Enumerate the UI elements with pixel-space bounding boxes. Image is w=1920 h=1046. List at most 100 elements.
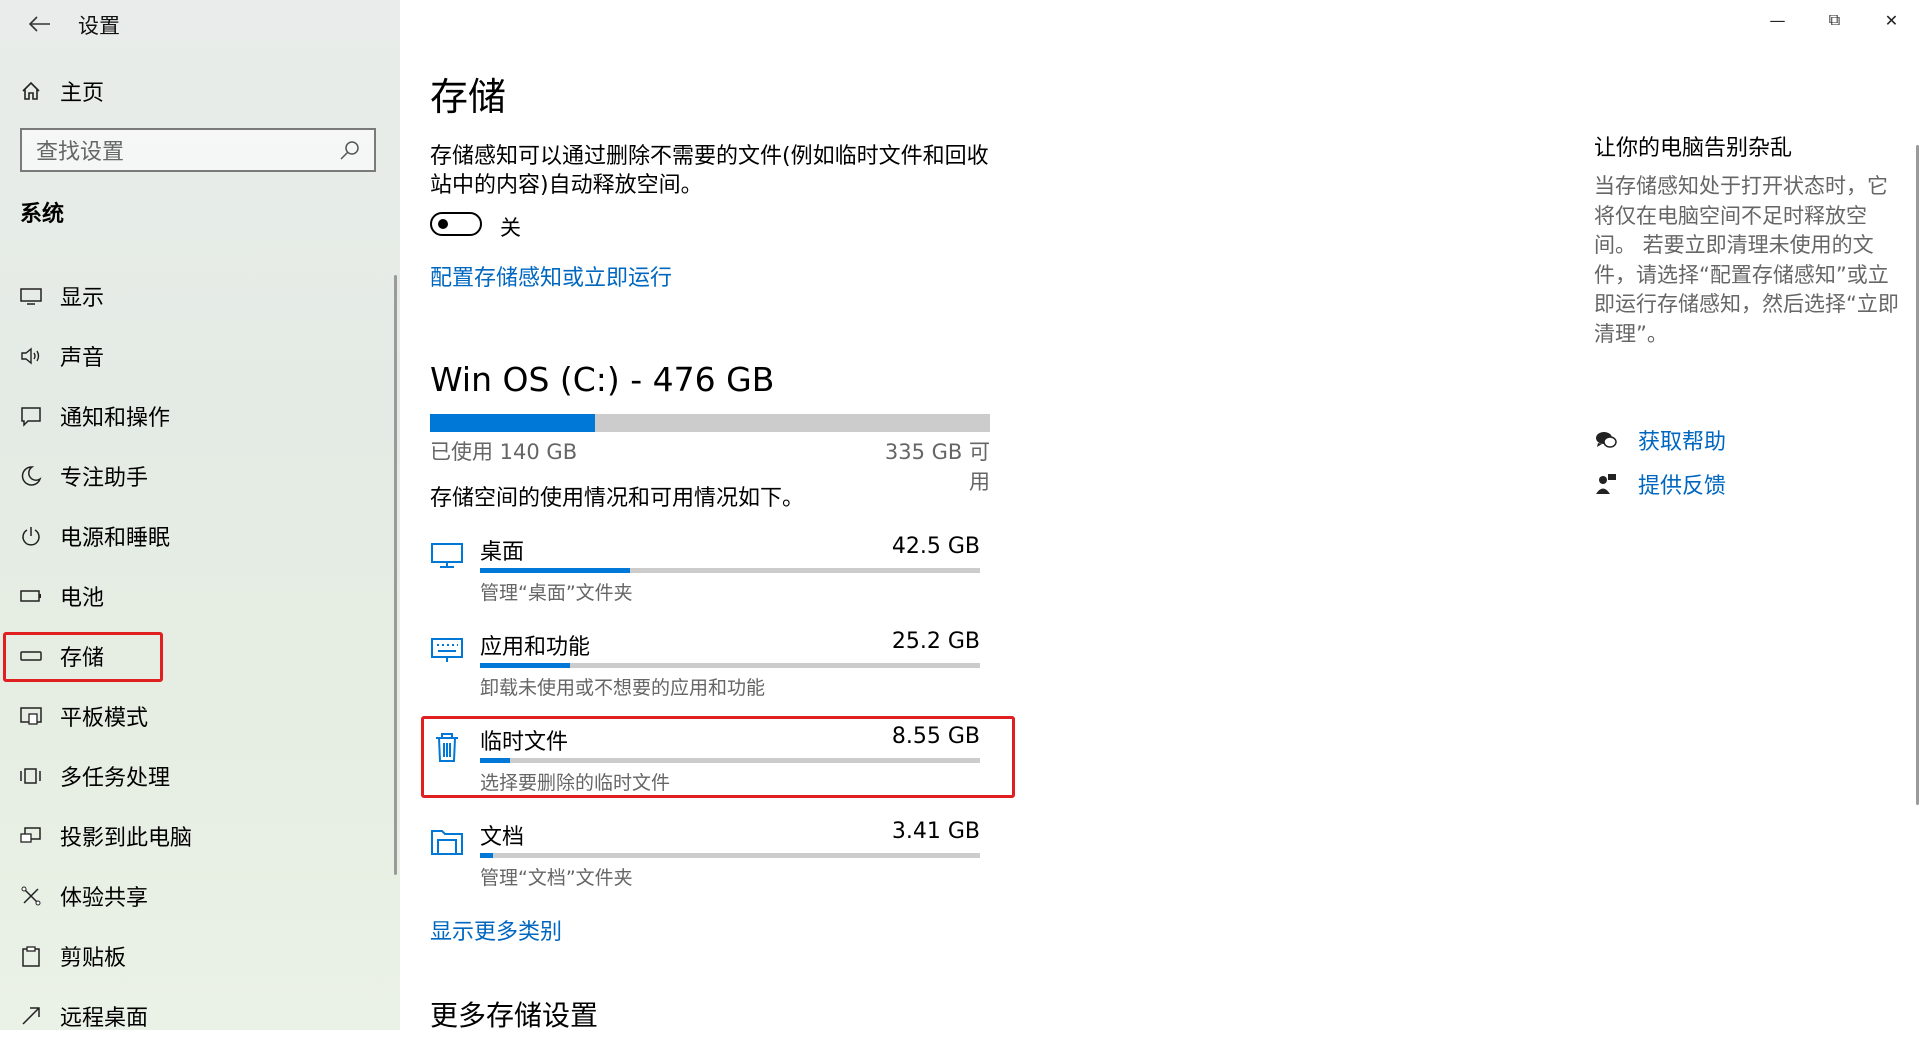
configure-storage-sense-link[interactable]: 配置存储感知或立即运行 xyxy=(430,260,672,292)
sound-icon xyxy=(20,345,42,367)
focus-moon-icon xyxy=(20,465,42,487)
category-name: 应用和功能 xyxy=(480,635,591,660)
category-sub: 卸载未使用或不想要的应用和功能 xyxy=(480,677,766,699)
sidebar-item-label: 显示 xyxy=(60,286,105,311)
sidebar-item-project[interactable]: 投影到此电脑 xyxy=(0,806,400,866)
right-panel-title: 让你的电脑告别杂乱 xyxy=(1594,136,1793,161)
project-icon xyxy=(20,825,42,847)
sidebar-item-power[interactable]: 电源和睡眠 xyxy=(0,506,400,566)
sidebar-item-label: 远程桌面 xyxy=(60,1006,149,1031)
category-apps[interactable]: 应用和功能 25.2 GB 卸载未使用或不想要的应用和功能 xyxy=(430,629,990,709)
search-placeholder: 查找设置 xyxy=(36,140,125,165)
restore-icon[interactable]: ⧉ xyxy=(1806,0,1863,40)
search-input[interactable]: 查找设置 xyxy=(20,128,376,172)
right-panel: 让你的电脑告别杂乱 当存储感知处于打开状态时，它将仅在电脑空间不足时释放空间。 … xyxy=(1594,130,1904,349)
category-bar xyxy=(480,853,980,858)
sidebar-item-label: 平板模式 xyxy=(60,706,149,731)
category-bar-fill xyxy=(480,663,570,668)
sidebar-item-multitask[interactable]: 多任务处理 xyxy=(0,746,400,806)
category-bar-fill xyxy=(480,853,493,858)
documents-folder-icon xyxy=(430,825,464,859)
category-documents[interactable]: 文档 3.41 GB 管理“文档”文件夹 xyxy=(430,819,990,899)
give-feedback-label: 提供反馈 xyxy=(1638,474,1727,499)
drive-usage-fill xyxy=(430,414,595,432)
back-arrow-icon[interactable] xyxy=(20,6,60,42)
sidebar-item-tablet[interactable]: 平板模式 xyxy=(0,686,400,746)
category-size: 25.2 GB xyxy=(891,629,980,654)
sidebar-item-storage[interactable]: 存储 xyxy=(0,626,400,686)
tablet-icon xyxy=(20,705,42,727)
sidebar-item-sound[interactable]: 声音 xyxy=(0,326,400,386)
drive-free-label: 335 GB 可用 xyxy=(884,440,990,494)
category-bar-fill xyxy=(480,568,630,573)
remote-desktop-icon xyxy=(20,1005,42,1027)
sidebar-item-clipboard[interactable]: 剪贴板 xyxy=(0,926,400,986)
sidebar-item-label: 声音 xyxy=(60,346,105,371)
sidebar-item-label: 专注助手 xyxy=(60,466,149,491)
window-controls: — ⧉ ✕ xyxy=(1749,0,1920,40)
get-help-link[interactable]: 获取帮助 xyxy=(1594,418,1726,462)
sidebar-nav: 显示 声音 通知和操作 专注助手 电源和睡眠 电池 存储 平板模式 多任务处理 … xyxy=(0,266,400,1046)
category-name: 桌面 xyxy=(480,540,525,565)
feedback-person-icon xyxy=(1594,472,1618,496)
home-icon xyxy=(20,80,42,102)
sidebar-item-label: 多任务处理 xyxy=(60,766,171,791)
storage-sense-toggle[interactable] xyxy=(430,212,482,236)
sidebar: 设置 主页 查找设置 系统 显示 声音 通知和操作 专注助手 电源和睡眠 电池 … xyxy=(0,0,400,1031)
help-links: 获取帮助 提供反馈 xyxy=(1594,418,1726,506)
desktop-icon xyxy=(430,540,464,574)
storage-sense-description: 存储感知可以通过删除不需要的文件(例如临时文件和回收站中的内容)自动释放空间。 xyxy=(430,144,989,198)
sidebar-item-label: 电源和睡眠 xyxy=(60,526,171,551)
get-help-label: 获取帮助 xyxy=(1638,430,1727,455)
search-icon[interactable] xyxy=(338,138,362,162)
category-sub: 管理“文档”文件夹 xyxy=(480,867,633,889)
sidebar-item-label: 体验共享 xyxy=(60,886,149,911)
category-size: 3.41 GB xyxy=(891,819,980,844)
category-bar xyxy=(480,663,980,668)
category-size: 42.5 GB xyxy=(891,534,980,559)
clipboard-icon xyxy=(20,945,42,967)
battery-icon xyxy=(20,585,42,607)
category-desktop[interactable]: 桌面 42.5 GB 管理“桌面”文件夹 xyxy=(430,534,990,614)
sidebar-item-battery[interactable]: 电池 xyxy=(0,566,400,626)
category-sub: 管理“桌面”文件夹 xyxy=(480,582,633,604)
sidebar-item-display[interactable]: 显示 xyxy=(0,266,400,326)
sidebar-item-label: 剪贴板 xyxy=(60,946,127,971)
give-feedback-link[interactable]: 提供反馈 xyxy=(1594,462,1726,506)
sidebar-item-label: 电池 xyxy=(60,586,105,611)
drive-title: Win OS (C:) - 476 GB xyxy=(430,360,775,399)
toggle-state-label: 关 xyxy=(500,216,521,240)
drive-usage-bar xyxy=(430,414,990,432)
section-label: 系统 xyxy=(20,202,65,227)
power-icon xyxy=(20,525,42,547)
multitask-icon xyxy=(20,765,42,787)
app-title: 设置 xyxy=(78,14,120,38)
show-more-categories-link[interactable]: 显示更多类别 xyxy=(430,914,562,946)
sidebar-item-label: 投影到此电脑 xyxy=(60,826,193,851)
sidebar-item-share[interactable]: 体验共享 xyxy=(0,866,400,926)
toggle-knob xyxy=(438,219,448,229)
selection-highlight-box xyxy=(3,632,163,682)
sidebar-scrollbar[interactable] xyxy=(394,275,397,875)
notification-icon xyxy=(20,405,42,427)
sidebar-home[interactable]: 主页 xyxy=(20,74,104,108)
category-bar xyxy=(480,568,980,573)
drive-used-label: 已使用 140 GB xyxy=(430,440,578,464)
home-label: 主页 xyxy=(60,81,105,106)
main-scrollbar[interactable] xyxy=(1916,145,1919,805)
share-icon xyxy=(20,885,42,907)
sidebar-item-remote-desktop[interactable]: 远程桌面 xyxy=(0,986,400,1046)
display-icon xyxy=(20,285,42,307)
close-icon[interactable]: ✕ xyxy=(1863,0,1920,40)
more-storage-settings-heading: 更多存储设置 xyxy=(430,999,599,1032)
apps-keyboard-icon xyxy=(430,635,464,669)
sidebar-item-notifications[interactable]: 通知和操作 xyxy=(0,386,400,446)
right-panel-text: 当存储感知处于打开状态时，它将仅在电脑空间不足时释放空间。 若要立即清理未使用的… xyxy=(1594,174,1899,346)
usage-description: 存储空间的使用情况和可用情况如下。 xyxy=(430,486,805,511)
temp-files-highlight-box xyxy=(421,716,1015,798)
category-name: 文档 xyxy=(480,825,525,850)
sidebar-item-label: 通知和操作 xyxy=(60,406,171,431)
sidebar-item-focus[interactable]: 专注助手 xyxy=(0,446,400,506)
help-chat-icon xyxy=(1594,428,1618,452)
minimize-icon[interactable]: — xyxy=(1749,0,1806,40)
